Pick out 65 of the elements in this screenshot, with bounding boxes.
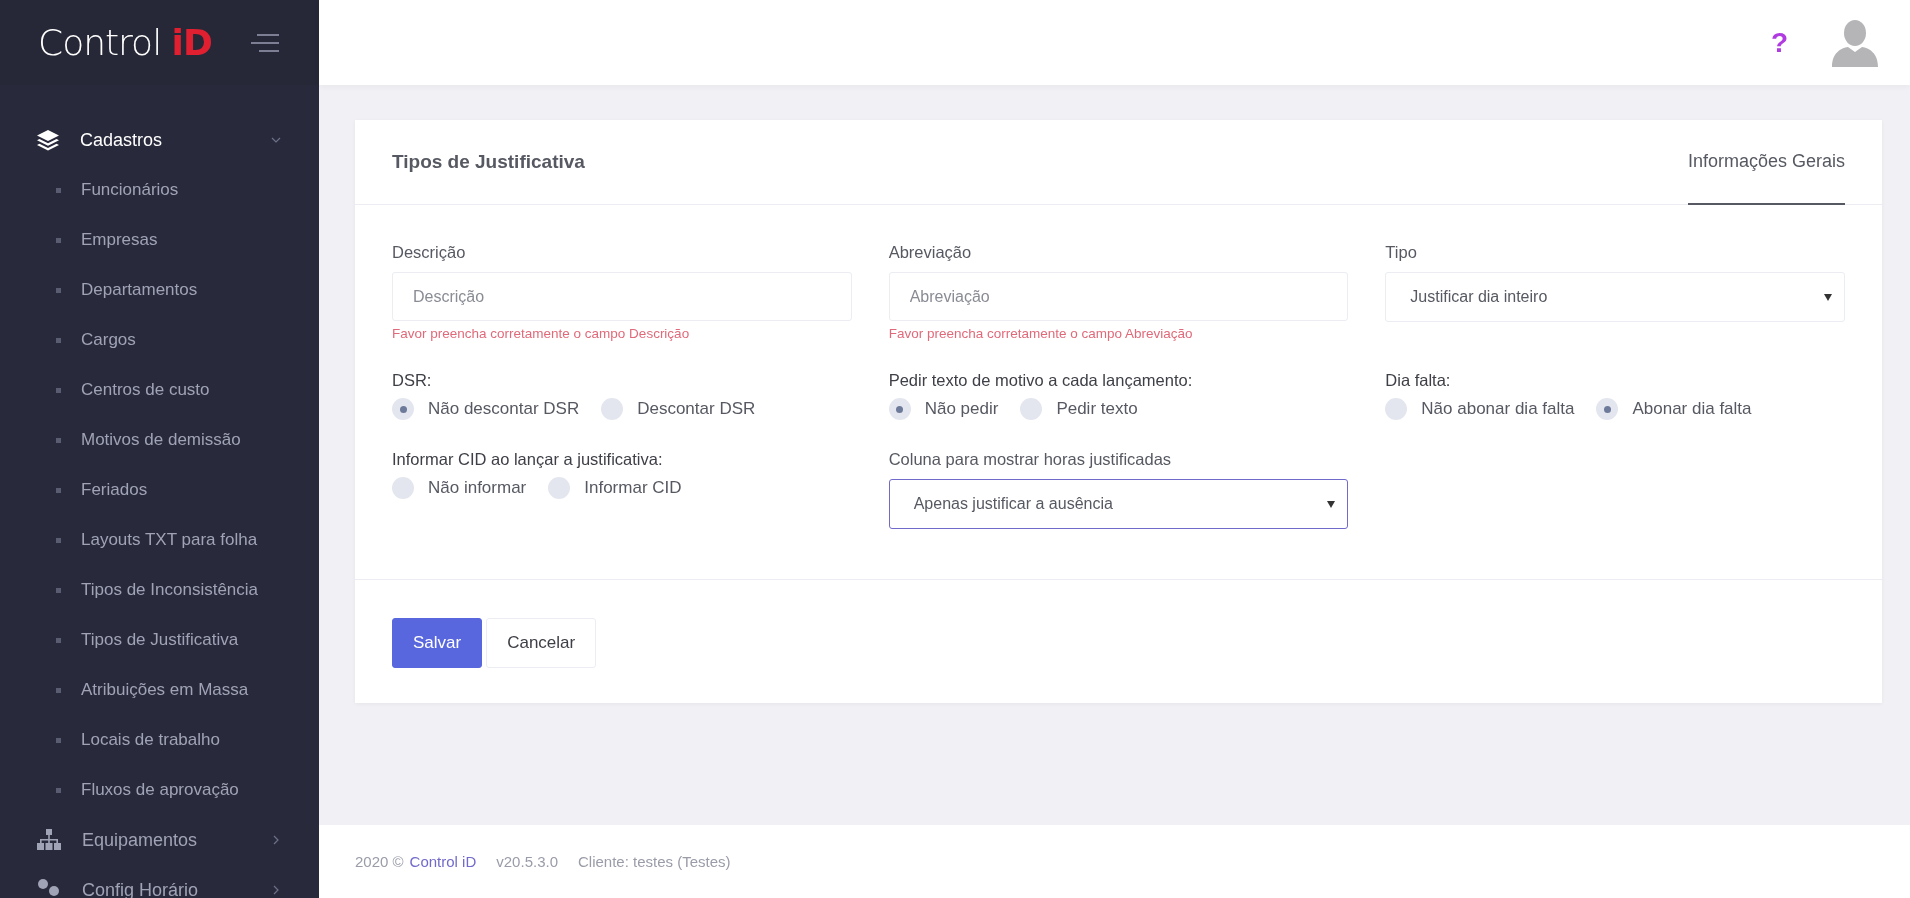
radio-label[interactable]: Informar CID — [584, 478, 682, 498]
avatar-icon[interactable] — [1832, 18, 1878, 67]
radio-label[interactable]: Pedir texto — [1056, 399, 1138, 419]
field-label: Pedir texto de motivo a cada lançamento: — [888, 371, 1194, 390]
radio-label[interactable]: Abonar dia falta — [1632, 399, 1752, 419]
logo: Control iD — [38, 22, 212, 63]
sidebar-item[interactable]: Departamentos — [0, 265, 319, 315]
sidebar-group[interactable]: Cadastros — [0, 115, 319, 165]
sidebar-item[interactable]: Fluxos de aprovação — [0, 765, 319, 815]
select-field[interactable]: Justificar dia inteiro — [1385, 272, 1845, 322]
layers-icon — [36, 128, 60, 152]
radio-label[interactable]: Descontar DSR — [637, 399, 756, 419]
select-field[interactable]: Apenas justificar a ausência — [888, 479, 1349, 529]
sitemap-icon — [36, 828, 62, 852]
tab[interactable]: Informações Gerais — [1687, 120, 1845, 205]
radio-button[interactable] — [548, 477, 571, 499]
field-label: Coluna para mostrar horas justificadas — [888, 450, 1173, 469]
sidebar-item[interactable]: Tipos de Inconsistência — [0, 565, 319, 615]
caret-icon — [1824, 293, 1832, 301]
field-label: Informar CID ao lançar a justificativa: — [392, 450, 664, 469]
radio-button[interactable] — [1596, 398, 1619, 420]
input-field[interactable]: Descrição — [392, 272, 852, 321]
field-label: Descrição — [392, 243, 467, 262]
radio-button[interactable] — [601, 398, 624, 420]
menu-icon[interactable] — [251, 33, 281, 52]
sidebar-item[interactable]: Atribuições em Massa — [0, 665, 319, 715]
caret-icon — [1327, 500, 1336, 508]
sidebar-item[interactable]: Centros de custo — [0, 365, 319, 415]
version-text: v20.5.3.0 — [496, 853, 558, 870]
radio-label[interactable]: Não descontar DSR — [428, 399, 580, 419]
field-label: Abreviação — [888, 243, 973, 262]
chevron-icon — [271, 135, 281, 145]
radio-button[interactable] — [1385, 398, 1408, 420]
sidebar-item[interactable]: Feriados — [0, 465, 319, 515]
input-field[interactable]: Abreviação — [888, 272, 1349, 321]
radio-label[interactable]: Não abonar dia falta — [1421, 399, 1575, 419]
radio-button[interactable] — [1020, 398, 1043, 420]
brand-link[interactable]: Control iD — [409, 853, 477, 870]
client-text: Cliente: testes (Testes) — [578, 853, 731, 870]
sidebar-item[interactable]: Cargos — [0, 315, 319, 365]
card-title: Tipos de Justificativa — [392, 151, 585, 173]
radio-button[interactable] — [888, 398, 911, 420]
error-message: Favor preencha corretamente o campo Descrição — [392, 326, 691, 341]
save-button[interactable]: Salvar — [392, 618, 483, 668]
chevron-icon — [271, 885, 281, 895]
sidebar-item[interactable]: Empresas — [0, 215, 319, 265]
field-label: Tipo — [1385, 243, 1418, 262]
sidebar-group[interactable]: Equipamentos — [0, 815, 319, 865]
chevron-icon — [271, 835, 281, 845]
radio-label[interactable]: Não pedir — [924, 399, 999, 419]
radio-label[interactable]: Não informar — [428, 478, 527, 498]
copyright-text: 2020 © — [355, 853, 404, 870]
field-label: DSR: — [392, 371, 433, 390]
help-icon[interactable]: ? — [1770, 26, 1788, 59]
sidebar-item[interactable]: Locais de trabalho — [0, 715, 319, 765]
error-message: Favor preencha corretamente o campo Abreviação — [888, 326, 1194, 341]
sidebar-item[interactable]: Motivos de demissão — [0, 415, 319, 465]
radio-button[interactable] — [392, 477, 414, 499]
sidebar-item[interactable]: Layouts TXT para folha — [0, 515, 319, 565]
people-icon — [36, 878, 62, 898]
sidebar-item[interactable]: Tipos de Justificativa — [0, 615, 319, 665]
field-label: Dia falta: — [1385, 371, 1452, 390]
cancel-button[interactable]: Cancelar — [486, 618, 597, 668]
sidebar-item[interactable]: Funcionários — [0, 165, 319, 215]
radio-button[interactable] — [392, 398, 414, 420]
